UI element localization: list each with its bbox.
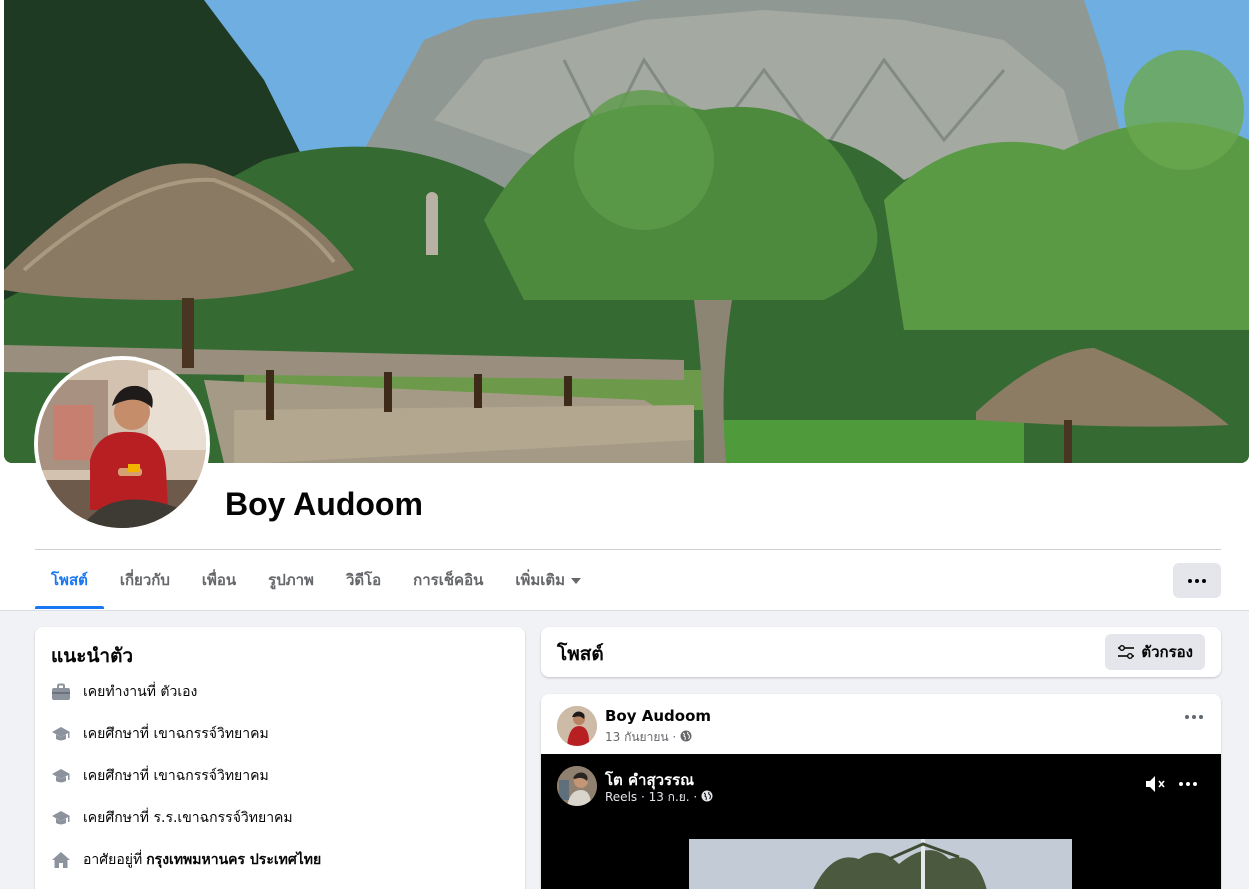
reel-options-button[interactable] (1179, 782, 1197, 786)
intro-item-work: เคยทำงานที่ ตัวเอง (51, 680, 197, 704)
filter-label: ตัวกรอง (1141, 643, 1193, 661)
more-dots-icon (1188, 578, 1206, 583)
posts-title: โพสต์ (557, 643, 604, 665)
more-dots-icon (1185, 715, 1203, 719)
intro-item-text: อาศัยอยู่ที่ (83, 852, 143, 868)
sliders-icon (1117, 644, 1135, 660)
profile-name: Boy Audoom (225, 486, 423, 522)
post-author-avatar[interactable] (557, 706, 597, 746)
reel-video-thumbnail[interactable] (689, 839, 1072, 889)
header-divider (35, 549, 1221, 550)
tab-label: การเช็คอิน (413, 571, 484, 589)
globe-icon (701, 790, 713, 805)
graduation-cap-icon (51, 766, 71, 786)
tab-posts[interactable]: โพสต์ (35, 551, 104, 609)
profile-avatar[interactable] (34, 356, 210, 532)
briefcase-icon (51, 682, 71, 702)
tab-about[interactable]: เกี่ยวกับ (104, 551, 186, 609)
intro-item-location-link[interactable]: กรุงเทพมหานคร ประเทศไทย (146, 849, 321, 871)
tab-checkins[interactable]: การเช็คอิน (397, 551, 499, 609)
post-author-name[interactable]: Boy Audoom (605, 707, 711, 725)
profile-tabs: โพสต์ เกี่ยวกับ เพื่อน รูปภาพ วิดีโอ การ… (35, 551, 597, 609)
tab-label: เกี่ยวกับ (119, 571, 170, 589)
graduation-cap-icon (51, 724, 71, 744)
more-dots-icon (1179, 782, 1197, 786)
tab-more[interactable]: เพิ่มเติม (499, 551, 597, 609)
intro-item-text: เคยศึกษาที่ เขาฉกรรจ์วิทยาคม (83, 768, 269, 784)
tab-label: เพิ่มเติม (515, 571, 566, 589)
home-icon (51, 850, 71, 870)
post-card: Boy Audoom 13 กันยายน · โต คำสุวรรณ Reel… (541, 694, 1221, 889)
shared-reel[interactable]: โต คำสุวรรณ Reels · 13 ก.ย. · (541, 754, 1221, 889)
posts-header-card: โพสต์ ตัวกรอง (541, 627, 1221, 677)
intro-item-education: เคยศึกษาที่ เขาฉกรรจ์วิทยาคม (51, 764, 269, 788)
reel-date[interactable]: Reels · 13 ก.ย. · (605, 788, 697, 807)
tab-label: เพื่อน (201, 571, 237, 589)
tab-friends[interactable]: เพื่อน (186, 551, 252, 609)
intro-item-lives: อาศัยอยู่ที่ กรุงเทพมหานคร ประเทศไทย (51, 848, 321, 872)
intro-item-text: เคยทำงานที่ ตัวเอง (83, 684, 198, 700)
tab-photos[interactable]: รูปภาพ (252, 551, 330, 609)
caret-down-icon (571, 578, 582, 584)
reel-meta: Reels · 13 ก.ย. · (605, 788, 713, 807)
filter-button[interactable]: ตัวกรอง (1105, 634, 1205, 670)
globe-icon (680, 730, 692, 745)
reel-author-avatar[interactable] (557, 766, 597, 806)
post-options-button[interactable] (1185, 715, 1203, 719)
intro-item-text: เคยศึกษาที่ เขาฉกรรจ์วิทยาคม (83, 726, 269, 742)
intro-item-education: เคยศึกษาที่ เขาฉกรรจ์วิทยาคม (51, 722, 269, 746)
mute-icon[interactable] (1144, 774, 1168, 798)
intro-item-text: เคยศึกษาที่ ร.ร.เขาฉกรรจ์วิทยาคม (83, 810, 293, 826)
profile-more-button[interactable] (1173, 563, 1221, 598)
tab-videos[interactable]: วิดีโอ (330, 551, 397, 609)
tab-label: รูปภาพ (268, 571, 314, 589)
tab-label: โพสต์ (51, 571, 88, 589)
intro-title: แนะนำตัว (51, 645, 134, 667)
graduation-cap-icon (51, 808, 71, 828)
tab-label: วิดีโอ (345, 571, 382, 589)
intro-item-education: เคยศึกษาที่ ร.ร.เขาฉกรรจ์วิทยาคม (51, 806, 293, 830)
post-meta: 13 กันยายน · (605, 728, 692, 747)
intro-card: แนะนำตัว เคยทำงานที่ ตัวเอง เคยศึกษาที่ … (35, 627, 525, 889)
post-date[interactable]: 13 กันยายน · (605, 728, 676, 747)
